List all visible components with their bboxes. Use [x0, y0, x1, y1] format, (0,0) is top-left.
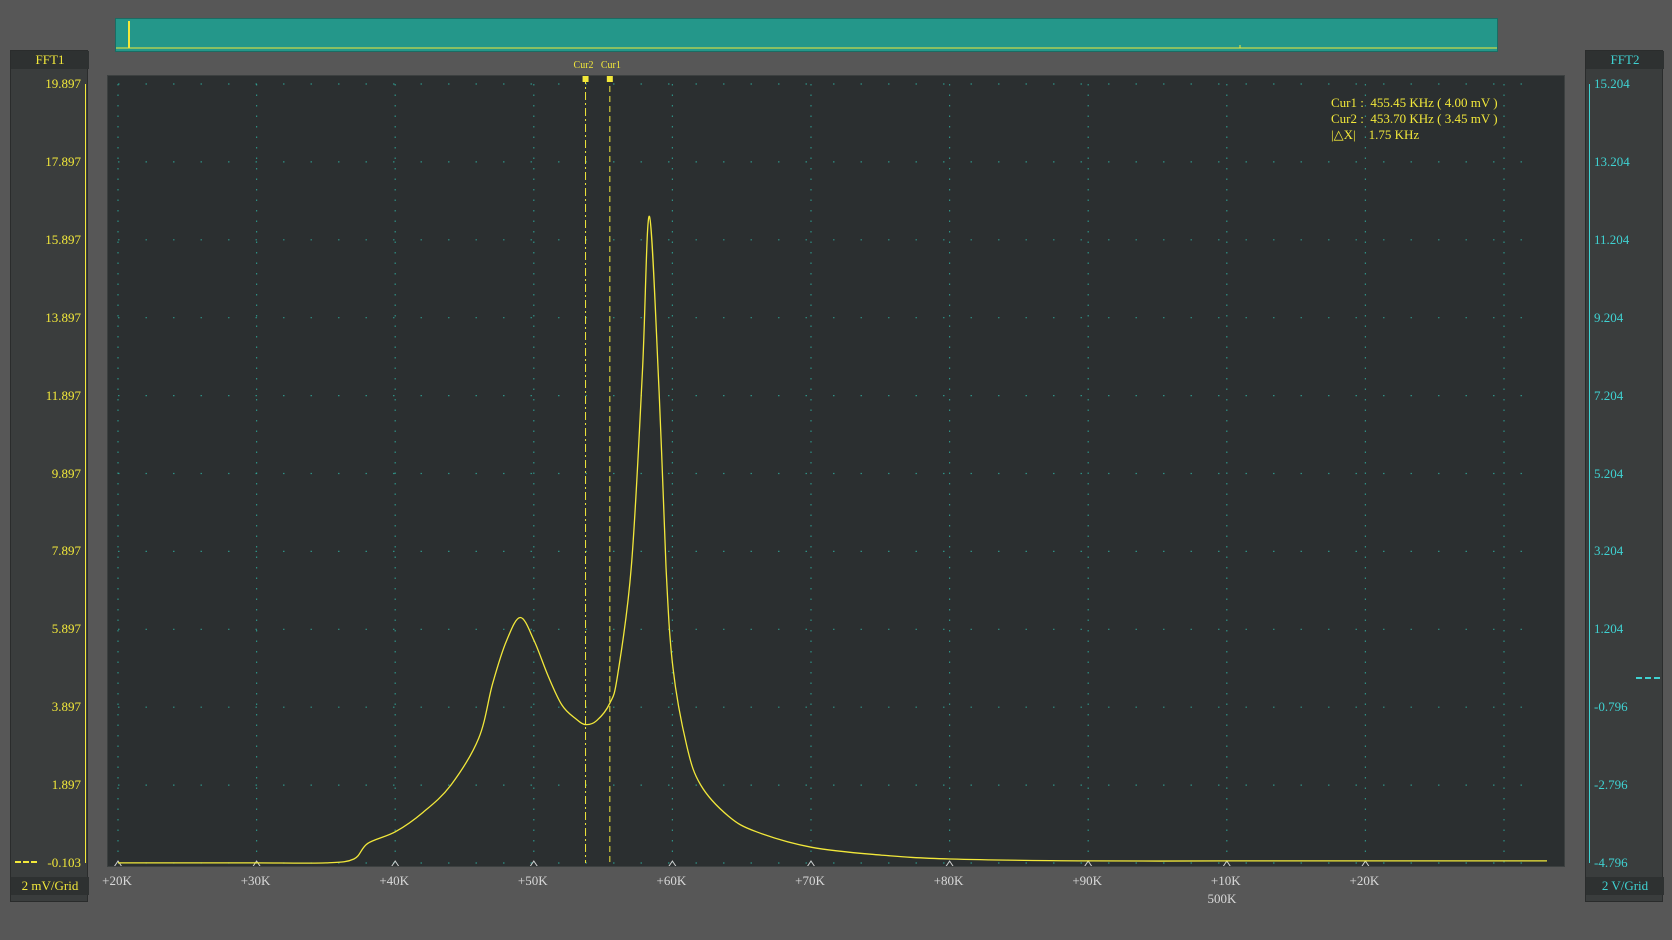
fft1-tick-label: 19.897 — [45, 76, 81, 91]
fft2-tick-label: 7.204 — [1594, 387, 1624, 403]
x-tick-mark — [1222, 860, 1231, 866]
fft2-tick-label: 11.204 — [1594, 231, 1630, 247]
fft1-axis-panel: FFT1 19.897 17.897 15.897 13.897 11.897 9.897… — [10, 50, 89, 902]
x-tick-label: +10K — [1210, 873, 1241, 888]
x-tick-mark — [945, 860, 954, 866]
cur2-marker — [582, 76, 589, 82]
x-tick-label: +70K — [795, 873, 825, 888]
spectrum-svg — [114, 76, 1547, 866]
fft2-title: FFT2 — [1586, 51, 1664, 69]
fft1-tick-label: 5.897 — [51, 621, 81, 637]
x-tick-mark — [668, 860, 677, 866]
fft1-tick-label: 3.897 — [51, 699, 81, 715]
fft2-ref-marker[interactable] — [1636, 677, 1660, 679]
fft1-tick-label: -0.103 — [47, 855, 81, 870]
x-tick-label: +20K — [102, 873, 132, 888]
readout-cur2: Cur2 : 453.70 KHz ( 3.45 mV ) — [1331, 111, 1498, 126]
cur1-tag[interactable]: Cur1 — [601, 60, 621, 71]
x-tick-mark — [807, 860, 815, 866]
x-tick-label: +50K — [517, 873, 548, 888]
fft1-tick-label: 15.897 — [45, 231, 81, 247]
fft2-tick-label: 5.204 — [1594, 465, 1624, 481]
x-tick-label: +30K — [240, 873, 271, 888]
fft2-tick-label: -4.796 — [1594, 855, 1628, 870]
overview-trace — [116, 21, 1497, 49]
cur2-tag[interactable]: Cur2 — [574, 60, 594, 71]
fft1-ref-marker[interactable] — [15, 861, 37, 863]
fft2-tick-label: 3.204 — [1594, 543, 1624, 559]
x-tick-label: +80K — [933, 873, 964, 888]
fft1-scale[interactable]: 2 mV/Grid — [11, 877, 89, 895]
fft2-axis-panel: FFT2 15.204 13.204 11.204 9.204 7.204 5.204 3.… — [1585, 50, 1664, 902]
fft1-tick-label: 17.897 — [45, 153, 81, 169]
fft2-tick-label: -0.796 — [1594, 699, 1628, 715]
fft2-axis-line — [1589, 84, 1590, 863]
x-tick-mark — [391, 860, 400, 866]
fft2-tick-label: 13.204 — [1594, 153, 1630, 169]
fft1-tick-label: 13.897 — [45, 309, 81, 325]
fft1-title: FFT1 — [11, 51, 89, 69]
x-tick-label: +40K — [379, 873, 410, 888]
fft2-tick-label: 9.204 — [1594, 309, 1624, 325]
fft1-tick-label: 7.897 — [51, 543, 81, 559]
fft1-axis-line — [85, 84, 86, 863]
cur1-marker — [606, 76, 613, 82]
fft1-tick-label: 11.897 — [45, 387, 81, 403]
cursor-readout: Cur1 : 455.45 KHz ( 4.00 mV ) Cur2 : 453… — [1331, 95, 1498, 143]
fft2-tick-label: -2.796 — [1594, 777, 1628, 793]
x-tick-label: +20K — [1349, 873, 1380, 888]
x-tick-label: +60K — [656, 873, 687, 888]
fft1-tick-label: 1.897 — [51, 777, 81, 793]
overview-bar[interactable] — [115, 18, 1498, 52]
readout-delta: |△X| 1.75 KHz — [1331, 127, 1420, 142]
fft2-tick-label: 1.204 — [1594, 621, 1624, 637]
x-tick-mark — [1361, 860, 1370, 866]
x-tick-mark — [1084, 860, 1093, 866]
spectrum-plot[interactable] — [107, 75, 1565, 867]
readout-cur1: Cur1 : 455.45 KHz ( 4.00 mV ) — [1331, 95, 1498, 110]
x-center-label: 500K — [1207, 891, 1237, 906]
fft1-trace — [117, 215, 1547, 864]
fft2-scale[interactable]: 2 V/Grid — [1586, 877, 1664, 895]
fft1-tick-label: 9.897 — [51, 465, 81, 481]
fft2-tick-label: 15.204 — [1594, 76, 1630, 91]
x-tick-label: +90K — [1072, 873, 1103, 888]
